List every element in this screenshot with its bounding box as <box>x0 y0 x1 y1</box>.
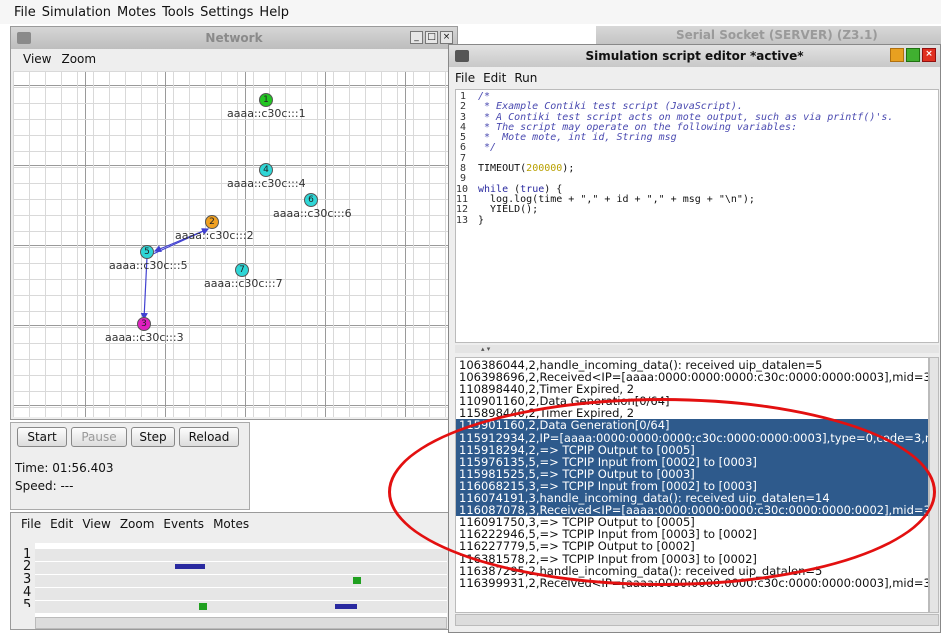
script-editor-title: Simulation script editor *active* <box>585 49 804 63</box>
mote-1[interactable]: 1 <box>259 93 273 107</box>
routing-arrows <box>140 228 210 321</box>
menu-simulation[interactable]: Simulation <box>42 5 111 20</box>
minimize-icon[interactable]: _ <box>410 31 423 44</box>
menu-help[interactable]: Help <box>259 5 289 20</box>
log-hscrollbar[interactable] <box>455 614 939 626</box>
menu-settings[interactable]: Settings <box>200 5 253 20</box>
timeline-window: File Edit View Zoom Events Motes 1 2 3 4… <box>10 512 450 630</box>
pause-button[interactable]: Pause <box>71 427 127 447</box>
mote-label: aaaa::c30c:::4 <box>227 177 306 190</box>
timeline-event <box>353 577 361 584</box>
menu-run[interactable]: Run <box>514 71 537 85</box>
mote-label: aaaa::c30c:::6 <box>273 207 352 220</box>
network-titlebar[interactable]: Network _ □ × <box>11 27 457 49</box>
start-button[interactable]: Start <box>17 427 67 447</box>
timeline-area[interactable] <box>35 543 447 619</box>
code-text: */ <box>478 142 497 154</box>
timeline-row <box>35 601 447 613</box>
code-line: 5 * Mote mote, int id, String msg <box>456 132 938 144</box>
timeline-event <box>199 603 207 610</box>
timeline-event <box>175 564 205 569</box>
step-button[interactable]: Step <box>131 427 175 447</box>
code-text: TIMEOUT(200000); <box>478 163 575 175</box>
menu-zoom[interactable]: Zoom <box>61 52 96 66</box>
menu-view[interactable]: View <box>23 52 51 66</box>
code-line: 6 */ <box>456 142 938 154</box>
menu-events[interactable]: Events <box>163 517 204 531</box>
simulation-speed: Speed: --- <box>15 479 74 493</box>
network-window: Network _ □ × View Zoom 1 aaaa::c30c:::1… <box>10 26 458 420</box>
menu-edit[interactable]: Edit <box>483 71 506 85</box>
mote-id: 2 <box>209 217 215 227</box>
serial-socket-titlebar[interactable]: Serial Socket (SERVER) (Z3.1) <box>596 26 941 44</box>
code-text: * Mote mote, int id, String msg <box>478 132 677 144</box>
mote-id: 4 <box>263 165 269 175</box>
simulation-control-panel: Start Pause Step Reload Time: 01:56.403 … <box>10 422 250 510</box>
code-line: 8 TIMEOUT(200000); <box>456 163 938 175</box>
script-editor-menubar: File Edit Run <box>449 67 940 89</box>
menu-file[interactable]: File <box>455 71 475 85</box>
menu-motes[interactable]: Motes <box>213 517 249 531</box>
script-editor-titlebar[interactable]: Simulation script editor *active* × <box>449 45 940 67</box>
mote-7[interactable]: 7 <box>235 263 249 277</box>
network-title: Network <box>205 31 263 45</box>
reload-button[interactable]: Reload <box>179 427 239 447</box>
menu-view[interactable]: View <box>82 517 110 531</box>
mote-5[interactable]: 5 <box>140 245 154 259</box>
serial-socket-title: Serial Socket (SERVER) (Z3.1) <box>676 28 878 42</box>
timeline-menubar: File Edit View Zoom Events Motes <box>11 513 449 535</box>
menu-motes[interactable]: Motes <box>117 5 156 20</box>
maximize-icon[interactable] <box>906 48 920 62</box>
menu-edit[interactable]: Edit <box>50 517 73 531</box>
minimize-icon[interactable] <box>890 48 904 62</box>
mote-label: aaaa::c30c:::5 <box>109 259 188 272</box>
menu-zoom[interactable]: Zoom <box>120 517 155 531</box>
line-number: 13 <box>456 214 469 226</box>
mote-4[interactable]: 4 <box>259 163 273 177</box>
mote-label: aaaa::c30c:::2 <box>175 229 254 242</box>
menu-file[interactable]: File <box>21 517 41 531</box>
code-text: YIELD(); <box>478 204 539 216</box>
mote-2[interactable]: 2 <box>205 215 219 229</box>
split-pane-divider[interactable]: ▴ ▾ <box>455 345 939 353</box>
timeline-row-label: 5 <box>23 598 32 607</box>
mote-label: aaaa::c30c:::1 <box>227 107 306 120</box>
code-line: 13} <box>456 214 938 226</box>
code-text: } <box>478 214 485 226</box>
mote-id: 6 <box>308 195 314 205</box>
timeline-hscrollbar[interactable] <box>35 617 447 629</box>
simulation-time: Time: 01:56.403 <box>15 461 114 475</box>
menu-tools[interactable]: Tools <box>162 5 194 20</box>
timeline-event <box>335 604 357 609</box>
timeline-row <box>35 588 447 600</box>
close-icon[interactable]: × <box>440 31 453 44</box>
network-menubar: View Zoom <box>11 49 457 69</box>
mote-id: 5 <box>144 247 150 257</box>
network-grid[interactable]: 1 aaaa::c30c:::1 4 aaaa::c30c:::4 6 aaaa… <box>13 71 451 417</box>
maximize-icon[interactable]: □ <box>425 31 438 44</box>
code-line: 12 YIELD(); <box>456 204 938 216</box>
timeline-row <box>35 549 447 561</box>
mote-label: aaaa::c30c:::7 <box>204 277 283 290</box>
timeline-row <box>35 575 447 587</box>
timeline-row <box>35 562 447 574</box>
close-icon[interactable]: × <box>922 48 936 62</box>
mote-id: 3 <box>141 319 147 329</box>
menu-file[interactable]: File <box>14 5 36 20</box>
mote-6[interactable]: 6 <box>304 193 318 207</box>
mote-id: 1 <box>263 95 269 105</box>
mote-3[interactable]: 3 <box>137 317 151 331</box>
script-code-editor[interactable]: 1/* 2 * Example Contiki test script (Java… <box>455 89 939 343</box>
highlight-annotation-ellipse <box>388 398 936 586</box>
main-menubar: File Simulation Motes Tools Settings Hel… <box>0 0 941 24</box>
mote-label: aaaa::c30c:::3 <box>105 331 184 344</box>
mote-id: 7 <box>239 265 245 275</box>
